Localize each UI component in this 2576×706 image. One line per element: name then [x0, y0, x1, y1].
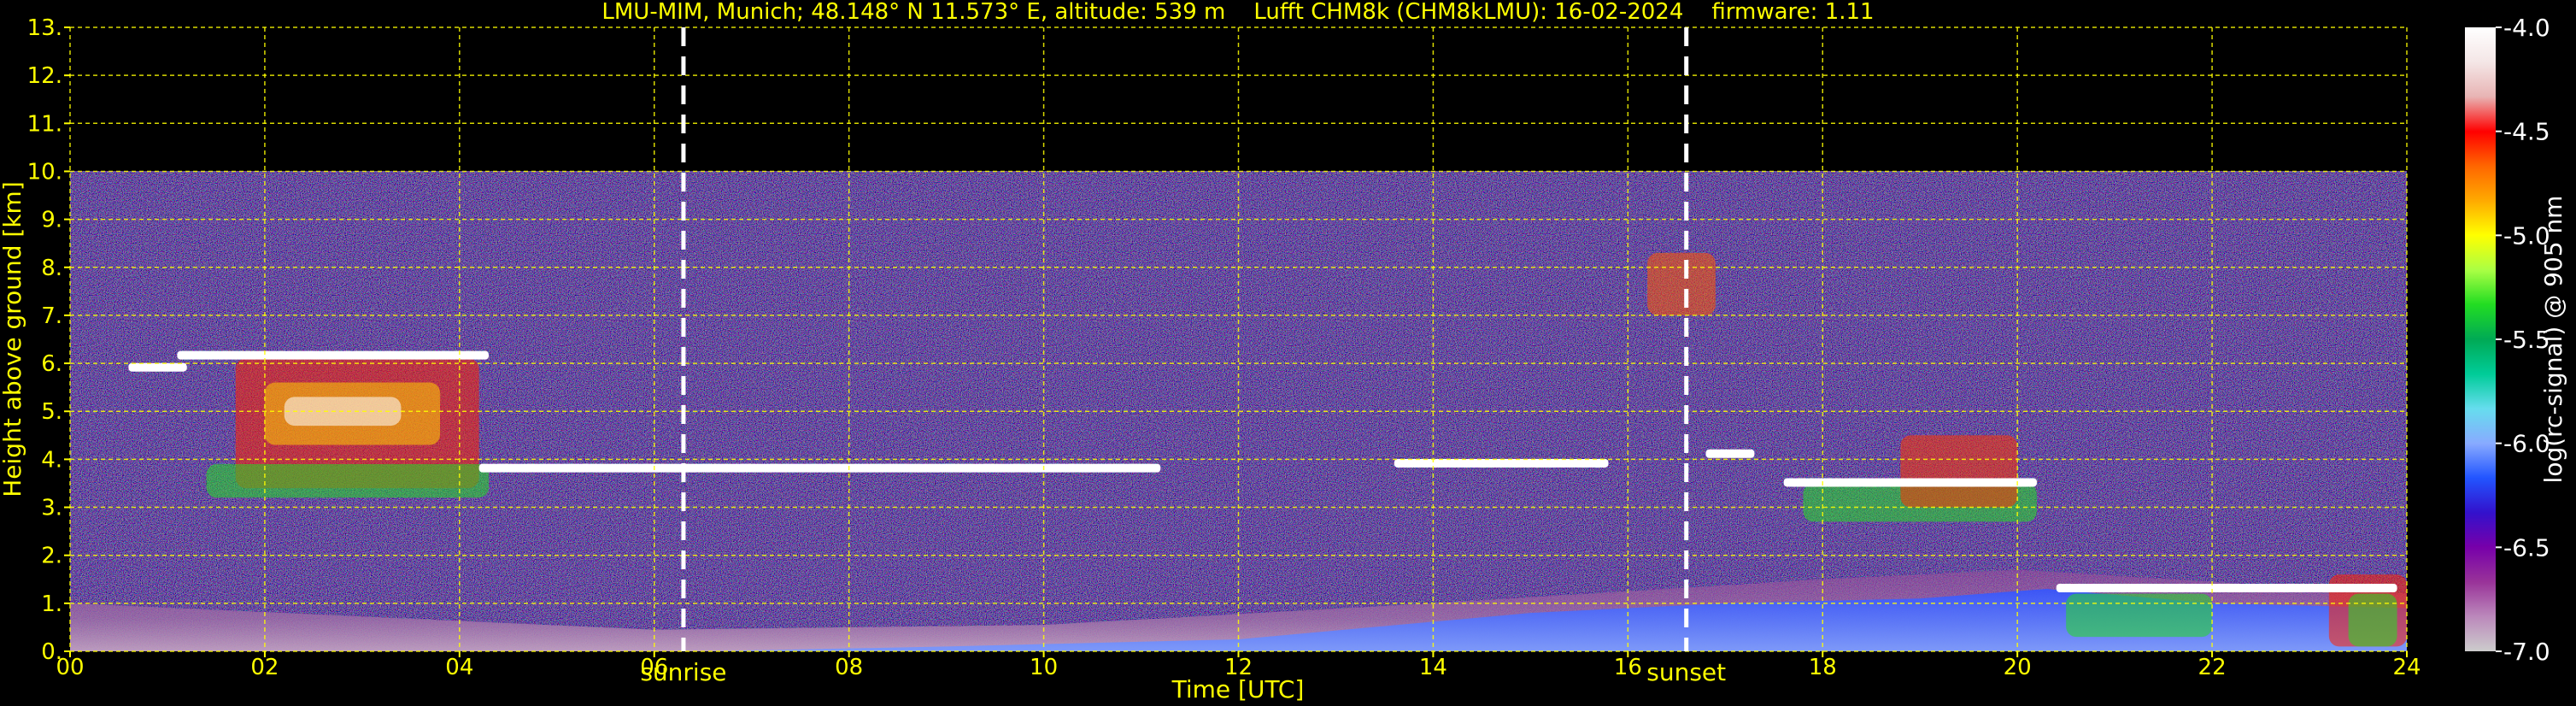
x-tick-label: 16: [1614, 655, 1642, 680]
x-tick-label: 20: [2004, 655, 2032, 680]
x-tick-label: 18: [1809, 655, 1837, 680]
y-tick-label: 2.: [41, 544, 62, 569]
x-axis-label: Time [UTC]: [1171, 675, 1305, 703]
cloud-layer: [1705, 449, 1755, 458]
cloud-layer: [1783, 478, 2037, 487]
cloud-layer: [128, 362, 187, 372]
y-tick-label: 4.: [41, 447, 62, 473]
y-axis-ticks: 0. 1. 2. 3. 4. 5. 6. 7. 8. 9. 10. 11. 12. 13.: [27, 15, 70, 665]
y-tick-label: 7.: [41, 303, 62, 329]
chart-title: LMU-MIM, Munich; 48.148° N 11.573° E, al…: [601, 0, 1874, 25]
y-tick-label: 5.: [41, 399, 62, 425]
cloud-layer: [1394, 459, 1609, 468]
aerosol-patch: [2348, 593, 2397, 647]
colorbar-tick-label: -4.5: [2503, 118, 2550, 146]
ceilometer-chart: sunrise sunset 00 02 04 06 08 10 12 14 16 18 20 22 24…: [0, 0, 2567, 703]
x-tick-label: 14: [1419, 655, 1447, 680]
event-label: sunset: [1646, 658, 1726, 686]
colorbar-tick-label: -4.0: [2503, 14, 2550, 42]
x-tick-label: 10: [1030, 655, 1058, 680]
x-tick-label: 02: [250, 655, 279, 680]
y-tick-label: 13.: [27, 15, 62, 41]
y-tick-label: 10.: [27, 159, 62, 185]
x-tick-label: 04: [445, 655, 473, 680]
y-tick-label: 11.: [27, 111, 62, 137]
aerosol-patch: [2066, 593, 2213, 638]
x-tick-label: 24: [2392, 655, 2421, 680]
cloud-layer: [177, 350, 490, 360]
aerosol-patch: [206, 464, 490, 498]
colorbar-tick-label: -7.0: [2503, 638, 2550, 666]
aerosol-patch: [1647, 252, 1716, 315]
y-tick-label: 12.: [27, 63, 62, 89]
colorbar-gradient: [2465, 27, 2496, 651]
colorbar-tick-label: -6.5: [2503, 533, 2550, 562]
cloud-layer: [2056, 584, 2397, 592]
y-tick-label: 9.: [41, 208, 62, 233]
y-tick-label: 3.: [41, 496, 62, 521]
x-tick-label: 22: [2198, 655, 2227, 680]
colorbar: -4.0-4.5-5.0-5.5-6.0-6.5-7.0 log(rc-sign…: [2465, 14, 2567, 666]
y-tick-label: 6.: [41, 351, 62, 377]
colorbar-label: log(rc-signal) @ 905 nm: [2539, 196, 2567, 484]
y-tick-label: 0.: [41, 639, 62, 665]
x-tick-label: 08: [835, 655, 863, 680]
aerosol-patch: [1900, 435, 2018, 508]
y-axis-label: Height above ground [km]: [0, 181, 26, 497]
x-tick-label: 06: [640, 655, 668, 680]
y-tick-label: 8.: [41, 256, 62, 281]
y-tick-label: 1.: [41, 591, 62, 617]
cloud-layer: [478, 463, 1161, 473]
